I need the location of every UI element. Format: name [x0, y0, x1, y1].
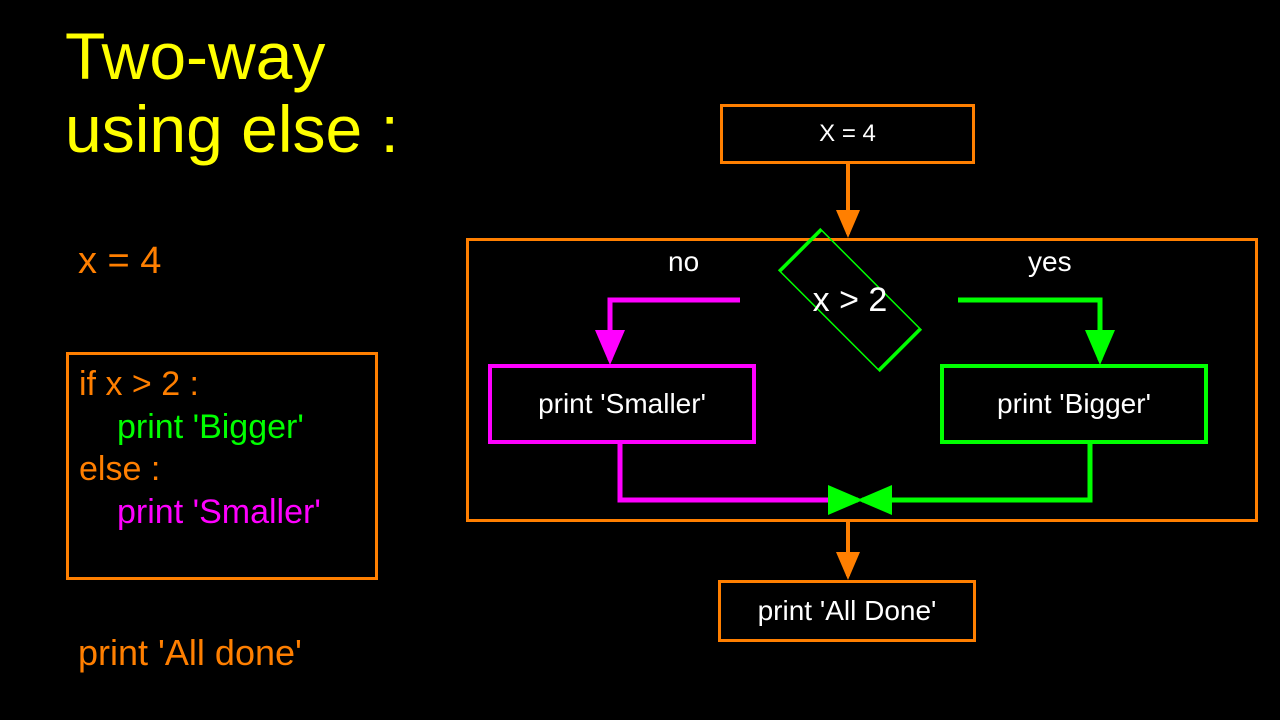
flow-done-box: print 'All Done' — [718, 580, 976, 642]
title-line-1: Two-way — [65, 20, 399, 93]
flow-bigger-label: print 'Bigger' — [997, 388, 1151, 420]
flow-done-label: print 'All Done' — [758, 595, 937, 627]
slide-title: Two-way using else : — [65, 20, 399, 165]
code-print-bigger: print 'Bigger' — [79, 406, 365, 449]
code-else-line: else : — [79, 448, 365, 491]
code-block: if x > 2 : print 'Bigger' else : print '… — [66, 352, 378, 580]
flow-start-label: X = 4 — [819, 120, 876, 148]
code-print-done: print 'All done' — [78, 632, 302, 674]
flow-smaller-box: print 'Smaller' — [488, 364, 756, 444]
title-line-2: using else : — [65, 93, 399, 166]
flow-smaller-label: print 'Smaller' — [538, 388, 706, 420]
flow-no-label: no — [668, 246, 699, 278]
code-print-smaller: print 'Smaller' — [79, 491, 365, 534]
code-x-assign: x = 4 — [78, 240, 161, 283]
code-if-line: if x > 2 : — [79, 363, 365, 406]
flow-bigger-box: print 'Bigger' — [940, 364, 1208, 444]
flow-yes-label: yes — [1028, 246, 1072, 278]
flow-decision-diamond: x > 2 — [730, 250, 970, 350]
flow-start-box: X = 4 — [720, 104, 975, 164]
flow-condition-label: x > 2 — [730, 250, 970, 350]
